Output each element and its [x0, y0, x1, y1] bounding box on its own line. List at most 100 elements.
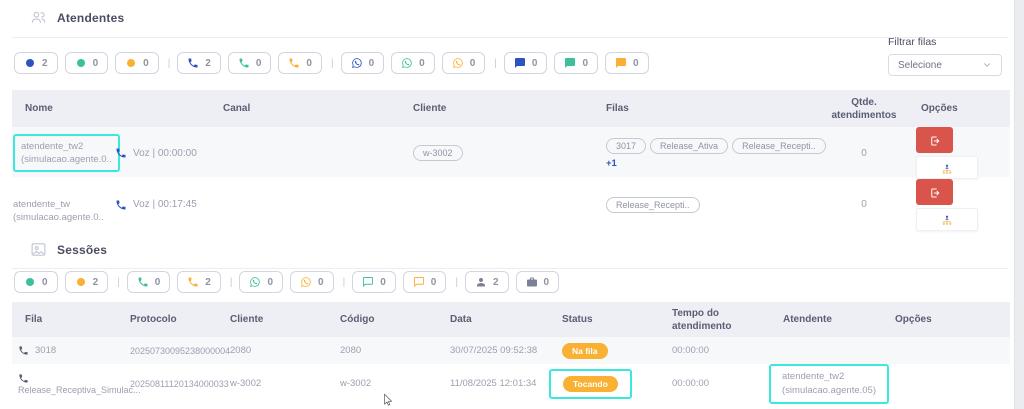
col-header-cliente: Cliente [383, 102, 593, 115]
mouse-cursor [381, 392, 395, 408]
col-header-codigo: Código [327, 313, 437, 326]
code-cell: w-3002 [327, 378, 437, 389]
sessions-icon [30, 241, 47, 258]
phone-icon [115, 199, 127, 211]
status-cell: Tocando [549, 369, 659, 399]
counter-badge: 0 [14, 271, 58, 293]
counter-badge: 0 [442, 52, 486, 74]
queue-pill: Release_Ativa [650, 138, 728, 154]
attendants-icon [30, 9, 47, 26]
section-divider [12, 268, 1008, 269]
counter-value: 0 [143, 58, 149, 69]
queue-filter: Filtrar filas Selecione [888, 36, 1002, 76]
agent-monitoring-page: Atendentes 2 0 0 | 2 0 0 | 0 0 0 | 0 0 0 Filtrar filas… [0, 0, 1024, 409]
whatsapp-icon [452, 57, 464, 69]
channel-cell: Voz | 00:17:45 [112, 199, 383, 211]
vertical-scrollbar[interactable] [1014, 0, 1024, 409]
counter-badge: 2 [14, 52, 58, 74]
channel-cell: Voz | 00:00:00 [112, 147, 383, 159]
col-header-atendente: Atendente [770, 313, 882, 326]
protocol-cell: 20250730095238000004 [117, 346, 217, 356]
phone-icon [187, 276, 199, 288]
chevron-down-icon [982, 60, 992, 70]
session-row: 3018 20250730095238000004 2080 2080 30/0… [12, 337, 1010, 364]
counter-badge: 0 [391, 52, 435, 74]
agent-queues-button[interactable] [916, 208, 978, 231]
counter-badge: 0 [228, 52, 272, 74]
code-cell: 2080 [327, 345, 437, 356]
chat-icon [514, 57, 526, 69]
channel-text: Voz | 00:17:45 [133, 199, 197, 210]
counter-value: 0 [42, 277, 48, 288]
counter-value: 0 [369, 58, 375, 69]
col-header-cliente: Cliente [217, 313, 327, 326]
queue-filter-select[interactable]: Selecione [888, 54, 1002, 76]
col-header-canal: Canal [210, 102, 383, 115]
logout-icon [929, 186, 941, 198]
counter-badge: 0 [504, 52, 548, 74]
status-dot-icon [24, 276, 36, 288]
channel-text: Voz | 00:00:00 [133, 148, 197, 159]
group-separator: | [331, 58, 334, 69]
col-header-filas: Filas [593, 102, 820, 115]
queue-pill: Release_Recepti.. [606, 197, 700, 213]
logout-agent-button[interactable] [916, 127, 953, 153]
attendant-cell: atendente_tw2 (simulacao.agente.05) [770, 364, 882, 404]
phone-icon [18, 345, 29, 356]
attendant-login: (simulacao.agente.05) [782, 384, 876, 398]
queues-cell: 3017 Release_Ativa Release_Recepti.. +1 [593, 138, 820, 169]
whatsapp-icon [351, 57, 363, 69]
atendentes-table: Nome Canal Cliente Filas Qtde. atendimen… [12, 90, 1010, 232]
agent-name-block: atendente_tw (simulacao.agente.0.. [13, 186, 112, 225]
atendentes-section-header: Atendentes [30, 9, 124, 26]
col-header-opcoes: Opções [882, 313, 1010, 326]
client-cell: 2080 [217, 345, 327, 356]
counter-value: 0 [419, 58, 425, 69]
org-chart-icon [941, 213, 953, 225]
counter-value: 0 [470, 58, 476, 69]
phone-icon [238, 57, 250, 69]
whatsapp-icon [300, 276, 312, 288]
counter-value: 0 [633, 58, 639, 69]
agent-name: atendente_tw2 [21, 140, 112, 153]
sessoes-section-title: Sessões [57, 243, 107, 257]
status-dot-icon [75, 57, 87, 69]
options-cell [908, 179, 1010, 231]
queues-cell: Release_Recepti.. [593, 197, 820, 213]
group-separator: | [168, 58, 171, 69]
queue-filter-label: Filtrar filas [888, 36, 1002, 48]
logout-agent-button[interactable] [916, 179, 953, 205]
status-badge: Na fila [562, 343, 608, 359]
agent-name-cell: atendente_tw (simulacao.agente.0.. [12, 185, 112, 225]
counter-value: 0 [155, 277, 161, 288]
table-row: atendente_tw (simulacao.agente.0.. Voz |… [12, 177, 1010, 232]
phone-icon [137, 276, 149, 288]
group-separator: | [494, 58, 497, 69]
sessoes-table: Fila Protocolo Cliente Código Data Statu… [12, 302, 1010, 402]
agent-name-cell: atendente_tw2 (simulacao.agente.0.. [12, 134, 112, 173]
counter-badge: 0 [403, 271, 447, 293]
whatsapp-icon [249, 276, 261, 288]
col-header-tempo: Tempo do atendimento [659, 307, 770, 333]
queue-filter-value: Selecione [898, 60, 942, 71]
more-queues-link[interactable]: +1 [606, 158, 617, 169]
counter-badge: 2 [177, 52, 221, 74]
options-cell [908, 127, 1010, 179]
counter-value: 0 [318, 277, 324, 288]
handling-time-cell: 00:00:00 [659, 345, 770, 356]
section-divider [12, 37, 1008, 38]
counter-badge: 0 [115, 52, 159, 74]
group-separator: | [455, 277, 458, 288]
queue-pill: Release_Recepti.. [732, 138, 826, 154]
counter-badge: 2 [65, 271, 109, 293]
counter-value: 0 [267, 277, 273, 288]
highlight-box: Tocando [549, 369, 632, 399]
sessoes-section-header: Sessões [30, 241, 107, 258]
sessoes-table-header: Fila Protocolo Cliente Código Data Statu… [12, 302, 1010, 337]
agent-queues-button[interactable] [916, 156, 978, 179]
queue-pill: 3017 [606, 138, 646, 154]
chat-outline-icon [362, 276, 374, 288]
counter-value: 0 [544, 277, 550, 288]
counter-value: 0 [256, 58, 262, 69]
counter-value: 2 [93, 277, 99, 288]
